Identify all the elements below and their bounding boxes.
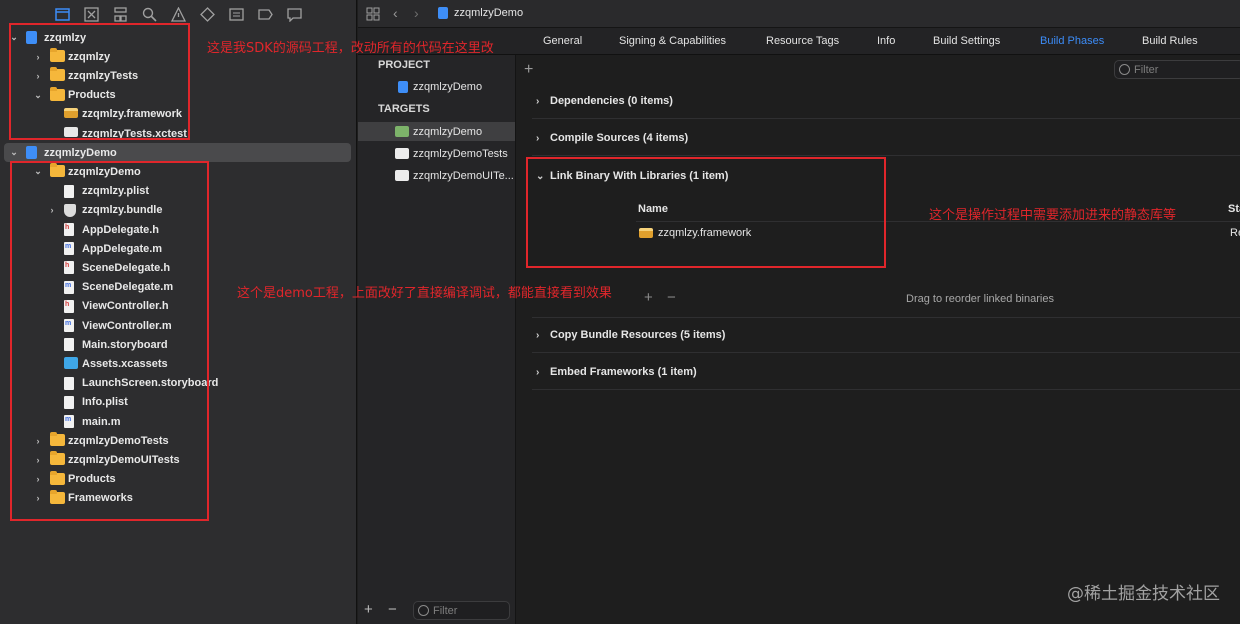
remove-library-icon[interactable]: − <box>667 289 676 306</box>
tree-item-label: zzqmlzyDemo <box>44 146 117 159</box>
phases-filter-placeholder: Filter <box>1134 63 1159 76</box>
back-icon[interactable]: ‹ <box>393 5 398 21</box>
project-editor: ‹ › zzqmlzyDemo General Signing & Capabil… <box>358 0 1240 624</box>
tab-general[interactable]: General <box>543 35 582 47</box>
project-file-icon <box>398 80 408 93</box>
target-item[interactable]: zzqmlzyDemoTests <box>358 144 515 163</box>
tab-resource-tags[interactable]: Resource Tags <box>766 35 839 47</box>
phase-divider <box>532 317 1240 318</box>
remove-target-icon[interactable]: − <box>388 601 397 618</box>
tab-signing-capabilities[interactable]: Signing & Capabilities <box>619 35 726 47</box>
target-item[interactable]: zzqmlzyDemo <box>358 122 515 141</box>
chevron-right-icon[interactable]: › <box>536 133 550 144</box>
filter-icon <box>1119 64 1130 75</box>
annotation-sdk: 这是我SDK的源码工程，改动所有的代码在这里改 <box>207 41 494 56</box>
build-phase[interactable]: › Embed Frameworks (1 item) <box>536 366 697 378</box>
target-item[interactable]: zzqmlzyDemoUITe... <box>358 166 515 185</box>
target-item-label: zzqmlzyDemoTests <box>413 147 508 160</box>
target-item-label: zzqmlzyDemo <box>413 125 483 138</box>
phase-divider <box>532 155 1240 156</box>
targets-filter-placeholder: Filter <box>433 604 458 617</box>
build-phase-label: Embed Frameworks (1 item) <box>550 366 697 378</box>
chevron-right-icon[interactable]: › <box>536 96 550 107</box>
annotation-demo: 这个是demo工程，上面改好了直接编译调试，都能直接看到效果 <box>237 286 612 301</box>
annotation-box-demo <box>10 161 209 521</box>
phase-divider <box>532 389 1240 390</box>
tab-build-phases[interactable]: Build Phases <box>1040 35 1104 47</box>
watermark: @稀土掘金技术社区 <box>1067 584 1220 604</box>
build-phase[interactable]: › Compile Sources (4 items) <box>536 132 688 144</box>
project-file-icon <box>26 146 40 160</box>
annotation-box-link <box>526 157 886 268</box>
test-target-icon <box>395 170 409 181</box>
targets-panel: PROJECT zzqmlzyDemo TARGETS zzqmlzyDemo z… <box>358 55 516 624</box>
project-file-icon <box>438 7 448 19</box>
test-target-icon <box>395 148 409 159</box>
phases-filter-input[interactable]: Filter <box>1114 60 1240 79</box>
targets-bottom-bar: + − Filter <box>358 598 516 624</box>
phase-divider <box>532 118 1240 119</box>
drag-hint: Drag to reorder linked binaries <box>906 293 1054 305</box>
breakpoint-icon[interactable] <box>251 0 280 28</box>
project-item-label: zzqmlzyDemo <box>413 80 483 93</box>
targets-header: TARGETS <box>378 103 430 115</box>
target-item-label: zzqmlzyDemoUITe... <box>413 169 514 182</box>
test-icon[interactable] <box>193 0 222 28</box>
add-target-icon[interactable]: + <box>364 601 373 618</box>
column-status[interactable]: Sta <box>1228 203 1240 215</box>
tab-info[interactable]: Info <box>877 35 895 47</box>
tab-build-rules[interactable]: Build Rules <box>1142 35 1198 47</box>
build-phase[interactable]: › Copy Bundle Resources (5 items) <box>536 329 725 341</box>
annotation-link: 这个是操作过程中需要添加进来的静态库等 <box>929 208 1177 223</box>
tab-build-settings[interactable]: Build Settings <box>933 35 1000 47</box>
breadcrumb-file: zzqmlzyDemo <box>454 7 524 19</box>
report-icon[interactable] <box>280 0 309 28</box>
debug-icon[interactable] <box>222 0 251 28</box>
filter-icon <box>418 605 429 616</box>
add-library-icon[interactable]: + <box>644 289 653 306</box>
library-status[interactable]: Re <box>1230 227 1240 239</box>
chevron-right-icon[interactable]: › <box>536 330 550 341</box>
breadcrumb[interactable]: zzqmlzyDemo <box>438 7 523 19</box>
project-header: PROJECT <box>378 59 430 71</box>
project-item[interactable]: zzqmlzyDemo <box>358 77 515 96</box>
build-phase-label: Compile Sources (4 items) <box>550 132 689 144</box>
tree-item[interactable]: ⌄ zzqmlzyDemo <box>4 143 351 163</box>
chevron-down-icon[interactable]: ⌄ <box>9 147 19 158</box>
build-phase[interactable]: › Dependencies (0 items) <box>536 95 673 107</box>
build-phase-label: Dependencies (0 items) <box>550 95 673 107</box>
build-phases-panel: + Filter › Dependencies (0 items) › Compile… <box>516 55 1240 624</box>
targets-filter-input[interactable]: Filter <box>413 601 510 620</box>
phase-divider <box>532 352 1240 353</box>
annotation-box-sdk <box>9 23 190 140</box>
forward-icon[interactable]: › <box>414 5 419 21</box>
chevron-right-icon[interactable]: › <box>536 367 550 378</box>
grid-icon[interactable] <box>366 7 380 24</box>
app-target-icon <box>395 126 409 137</box>
add-phase-icon[interactable]: + <box>524 61 533 79</box>
build-phase-label: Copy Bundle Resources (5 items) <box>550 329 726 341</box>
jump-bar: ‹ › zzqmlzyDemo <box>358 0 1240 28</box>
